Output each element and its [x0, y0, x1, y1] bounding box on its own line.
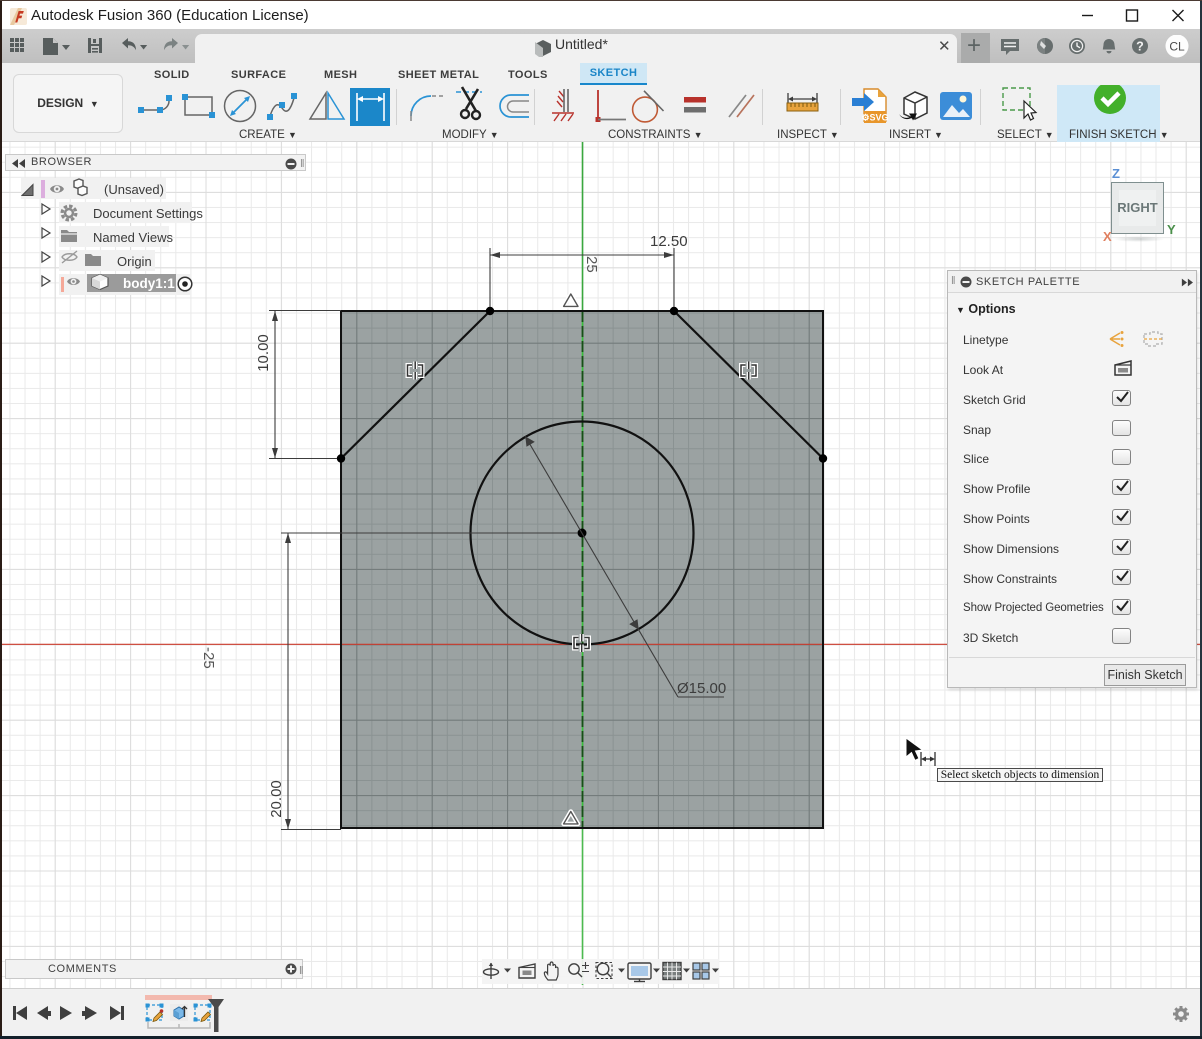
svg-text:10.00: 10.00 [255, 334, 272, 372]
svg-text:body1:1: body1:1 [123, 276, 175, 291]
svg-text:Named Views: Named Views [93, 230, 173, 245]
svg-text:-25: -25 [200, 647, 217, 669]
svg-text:Ø15.00: Ø15.00 [677, 680, 726, 697]
svg-text:⚙SVG: ⚙SVG [861, 113, 888, 123]
svg-text:Document Settings: Document Settings [93, 206, 203, 221]
svg-text:?: ? [1136, 40, 1144, 54]
svg-text:12.50: 12.50 [650, 233, 688, 250]
svg-text:Origin: Origin [117, 254, 152, 269]
svg-text:CL: CL [1169, 40, 1185, 54]
svg-text:20.00: 20.00 [268, 780, 285, 818]
svg-text:25: 25 [583, 256, 600, 273]
svg-text:(Unsaved): (Unsaved) [104, 182, 164, 197]
